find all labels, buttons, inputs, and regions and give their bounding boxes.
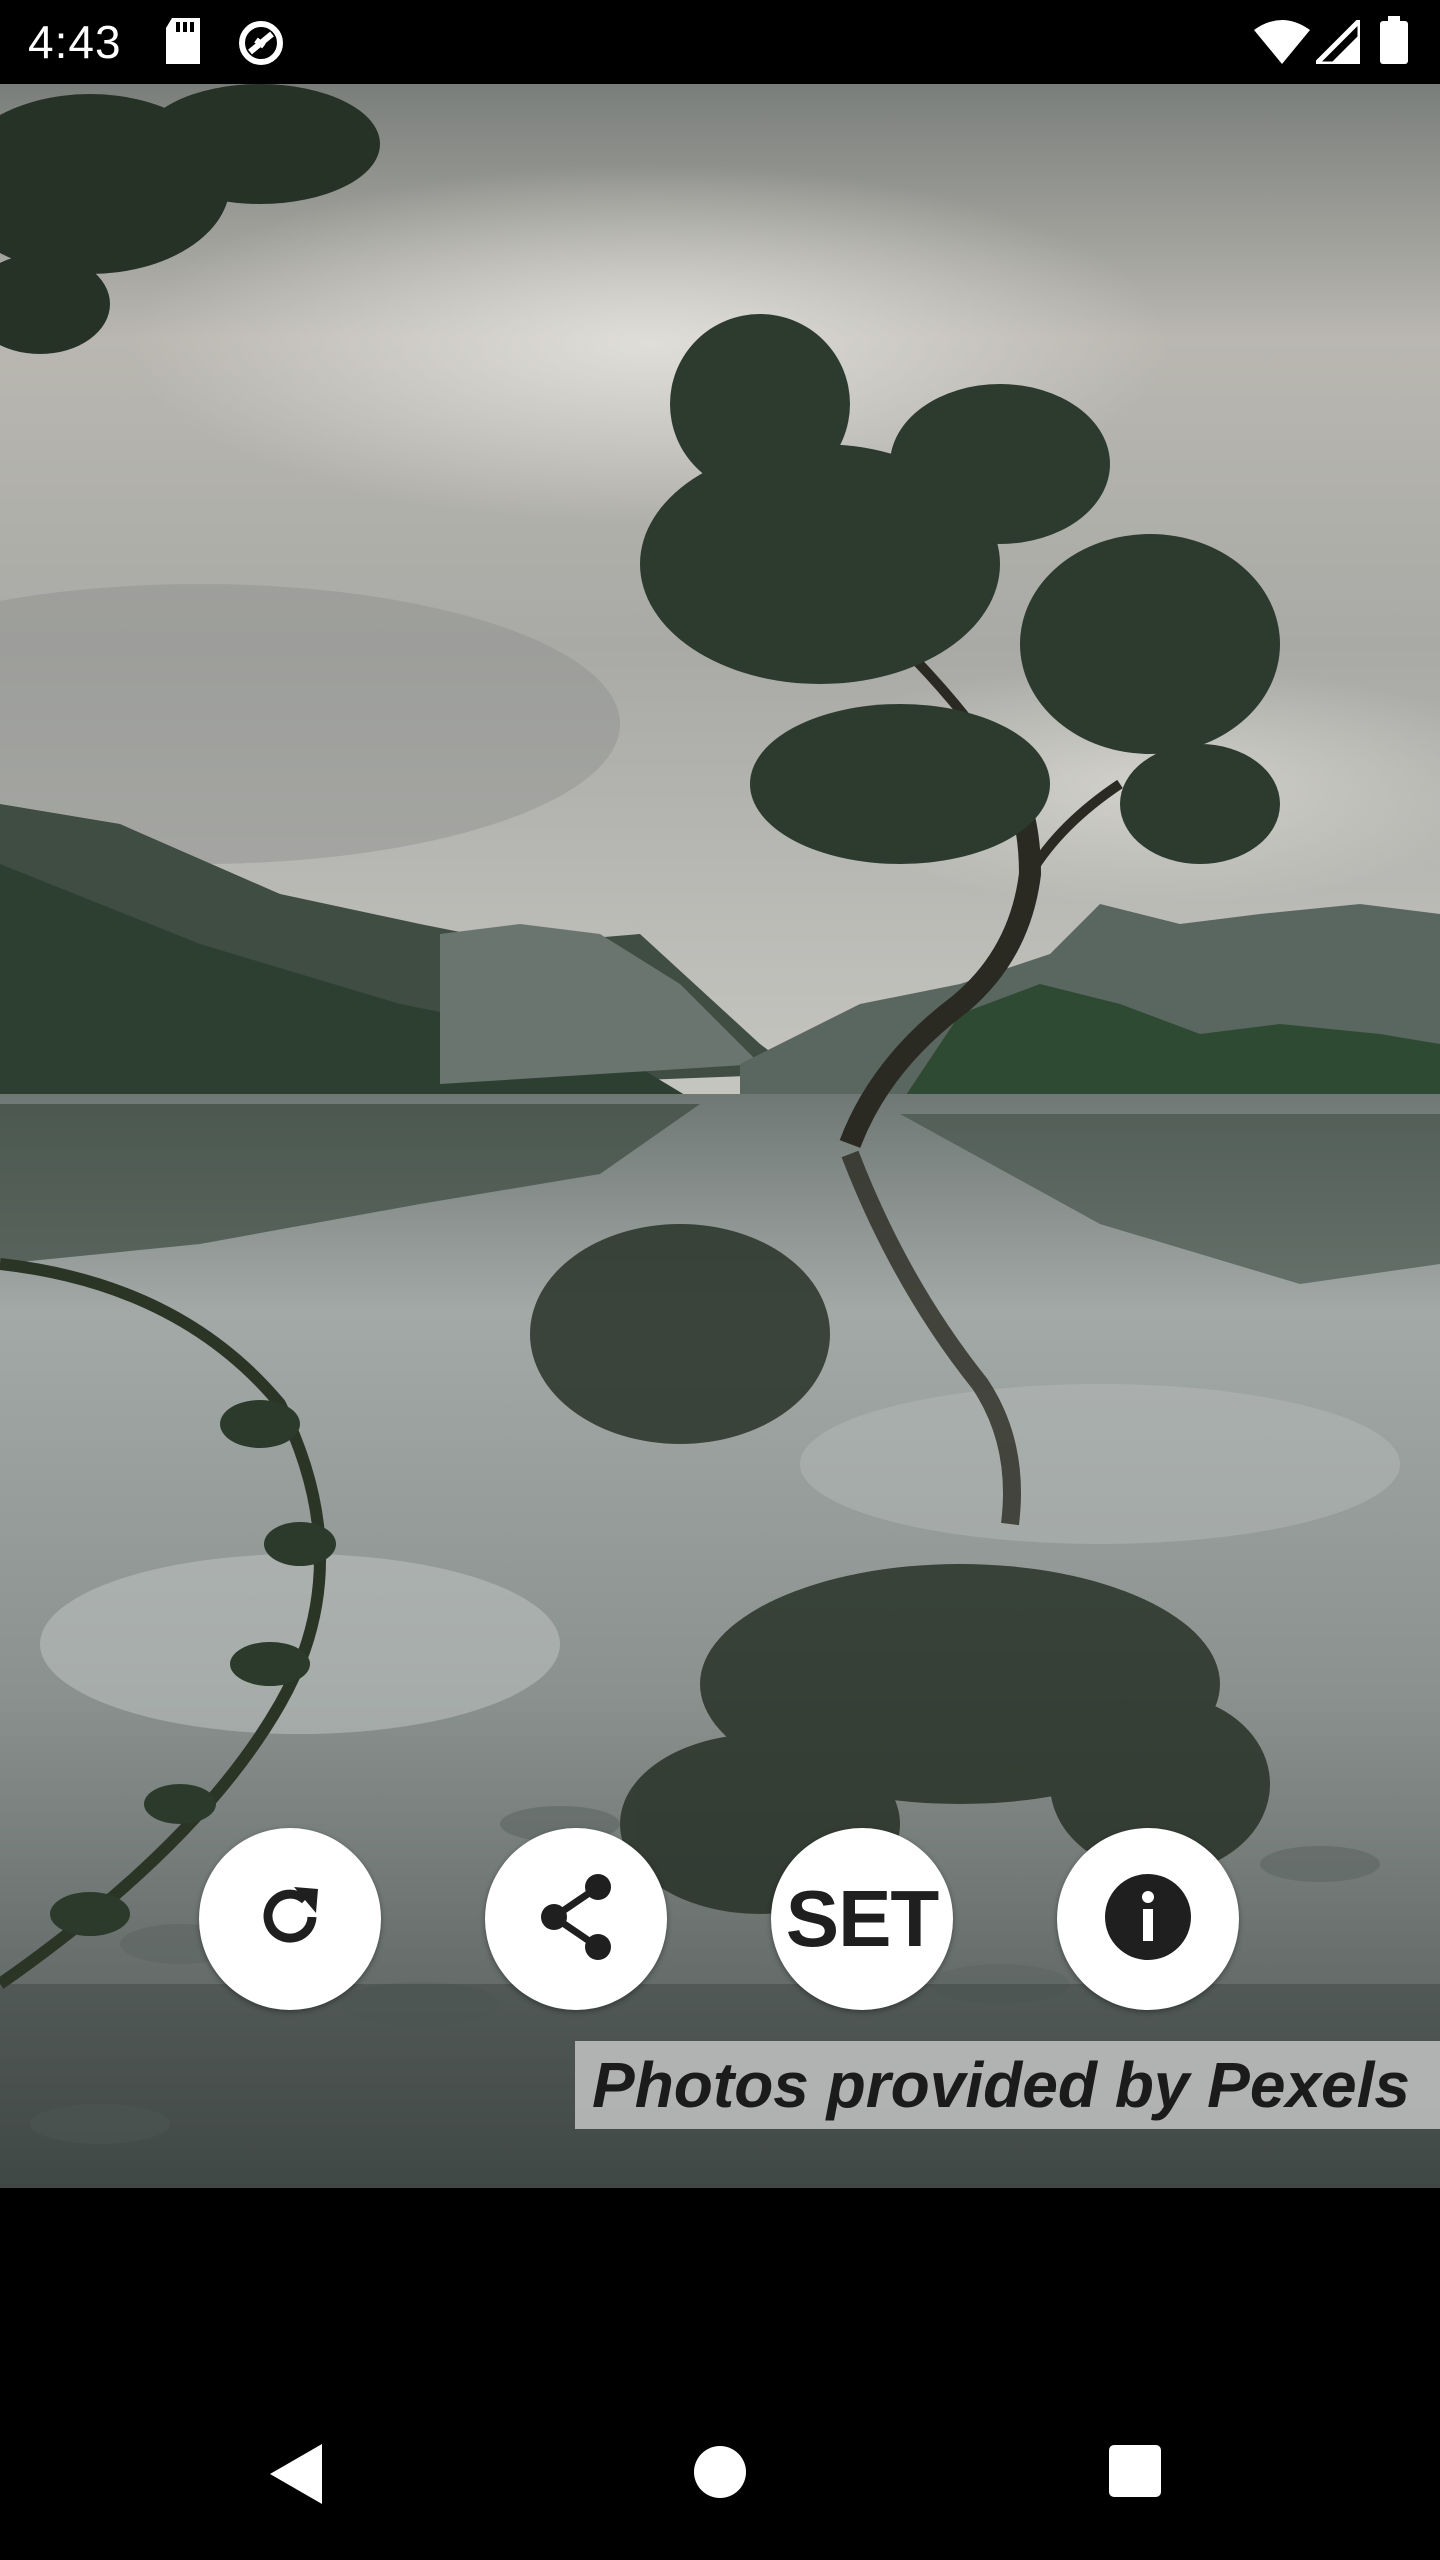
set-wallpaper-button[interactable]: SET [771,1828,953,2010]
refresh-icon [250,1877,330,1962]
photo-credit: Photos provided by Pexels [575,2041,1440,2129]
back-icon[interactable] [266,2442,326,2511]
share-icon [534,1871,618,1968]
wifi-icon [1254,20,1310,69]
refresh-button[interactable] [199,1828,381,2010]
status-time: 4:43 [28,16,122,68]
share-button[interactable] [485,1828,667,2010]
navigation-bar [0,2188,1440,2560]
status-bar: 4:43 [0,0,1440,84]
info-button[interactable] [1057,1828,1239,2010]
battery-icon [1380,16,1408,69]
set-label: SET [785,1874,940,1963]
recents-icon[interactable] [1107,2443,1163,2504]
signal-icon [1309,13,1363,69]
sd-card-icon [162,18,204,69]
photo-credit-text: Photos provided by Pexels [592,2049,1410,2121]
sync-icon [236,18,286,73]
home-icon[interactable] [692,2444,748,2505]
info-icon [1103,1872,1193,1967]
